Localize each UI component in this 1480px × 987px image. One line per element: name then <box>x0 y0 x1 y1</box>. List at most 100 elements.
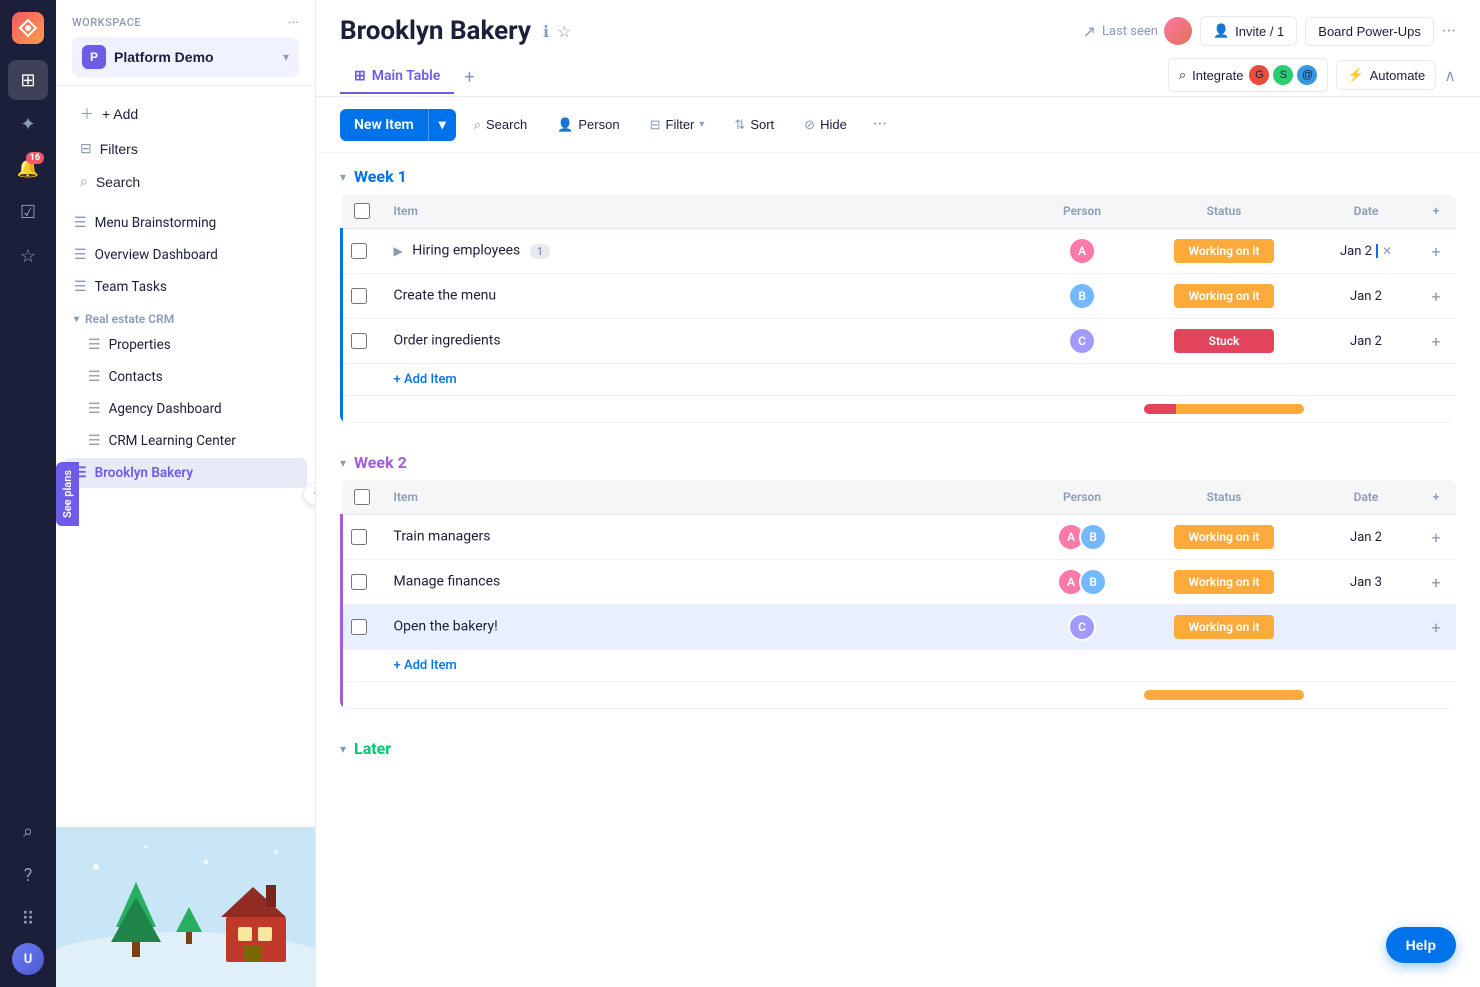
power-ups-label: Board Power-Ups <box>1318 24 1421 39</box>
add-item-checkbox <box>342 364 382 396</box>
week1-select-all[interactable] <box>354 203 370 219</box>
item-cell[interactable]: Open the bakery! + <box>382 605 1033 650</box>
week2-select-all[interactable] <box>354 489 370 505</box>
item-cell[interactable]: Order ingredients + <box>382 319 1033 364</box>
platform-demo-button[interactable]: P Platform Demo ▾ <box>72 37 299 77</box>
info-icon[interactable]: ℹ <box>543 22 549 41</box>
header-more-icon[interactable]: ··· <box>1442 21 1456 42</box>
status-cell[interactable]: Working on it <box>1132 515 1316 560</box>
tab-add-button[interactable]: + <box>454 59 484 96</box>
toolbar-more-icon[interactable]: ··· <box>865 107 895 142</box>
add-item-label[interactable]: + Add Item <box>382 650 1457 682</box>
avatar: A <box>1068 237 1096 265</box>
real-estate-crm-section[interactable]: ▾ Real estate CRM <box>64 304 307 330</box>
status-cell[interactable]: Working on it <box>1132 560 1316 605</box>
help-rail-icon[interactable]: ? <box>8 855 48 895</box>
sidebar-item-agency-dashboard[interactable]: ☰ Agency Dashboard <box>64 394 307 424</box>
new-item-button[interactable]: New Item ▾ <box>340 109 456 141</box>
sidebar-item-crm-learning[interactable]: ☰ CRM Learning Center <box>64 426 307 456</box>
search-toolbar-button[interactable]: ⌕ Search <box>462 110 539 140</box>
plus-cell[interactable]: + <box>1416 560 1456 605</box>
add-label: + Add <box>102 106 138 122</box>
sidebar-actions: ＋ + Add ⊟ Filters ⌕ Search <box>56 86 315 208</box>
apps-dots-icon[interactable]: ⠿ <box>8 899 48 939</box>
inbox-icon[interactable]: ☑ <box>8 192 48 232</box>
week2-collapse-icon[interactable]: ▾ <box>340 456 346 470</box>
apps-grid-icon[interactable]: ⊞ <box>8 60 48 100</box>
user-avatar-rail[interactable]: U <box>12 943 44 975</box>
date-cell[interactable]: Jan 2 ✕ <box>1316 229 1416 274</box>
row-checkbox[interactable] <box>351 619 367 635</box>
favorites-star-icon[interactable]: ☆ <box>8 236 48 276</box>
person-button[interactable]: 👤 Person <box>545 110 631 140</box>
add-item-row[interactable]: + Add Item <box>342 650 1457 682</box>
date-cell[interactable] <box>1316 605 1416 650</box>
date-cell[interactable]: Jan 3 <box>1316 560 1416 605</box>
status-cell[interactable]: Working on it <box>1132 605 1316 650</box>
row-checkbox[interactable] <box>351 333 367 349</box>
week1-plus-header[interactable]: + <box>1416 194 1456 229</box>
item-cell[interactable]: Create the menu + <box>382 274 1033 319</box>
tab-row: ⊞ Main Table + ⌕ Integrate G S @ ⚡ <box>340 58 1456 96</box>
search-button[interactable]: ⌕ Search <box>72 167 299 196</box>
search-label: Search <box>96 174 140 190</box>
date-cell[interactable]: Jan 2 <box>1316 515 1416 560</box>
plus-cell[interactable]: + <box>1416 229 1456 274</box>
item-cell[interactable]: Manage finances + <box>382 560 1033 605</box>
add-button[interactable]: ＋ + Add <box>72 98 299 130</box>
new-item-dropdown-icon[interactable]: ▾ <box>428 109 456 141</box>
status-badge: Working on it <box>1174 525 1274 549</box>
item-cell[interactable]: Train managers + <box>382 515 1033 560</box>
workspace-more-icon[interactable]: ··· <box>288 16 299 29</box>
star-icon[interactable]: ☆ <box>557 22 571 41</box>
sidebar-item-properties[interactable]: ☰ Properties <box>64 330 307 360</box>
help-button[interactable]: Help <box>1386 927 1456 963</box>
filters-button[interactable]: ⊟ Filters <box>72 134 299 163</box>
week1-collapse-icon[interactable]: ▾ <box>340 170 346 184</box>
row-checkbox[interactable] <box>351 288 367 304</box>
status-cell[interactable]: Working on it <box>1132 274 1316 319</box>
tab-main-table[interactable]: ⊞ Main Table <box>340 60 454 94</box>
avatar: C <box>1068 327 1096 355</box>
status-cell[interactable]: Stuck <box>1132 319 1316 364</box>
week2-plus-header[interactable]: + <box>1416 480 1456 515</box>
app-logo[interactable] <box>12 12 44 44</box>
sidebar-item-menu-brainstorming[interactable]: ☰ Menu Brainstorming <box>64 208 307 238</box>
sort-button[interactable]: ⇅ Sort <box>722 110 786 140</box>
see-plans-tab[interactable]: See plans <box>56 461 79 525</box>
plus-cell[interactable]: + <box>1416 515 1456 560</box>
date-cell[interactable]: Jan 2 <box>1316 274 1416 319</box>
search-rail-icon[interactable]: ⌕ <box>8 811 48 851</box>
expand-icon[interactable]: ▶ <box>394 244 403 258</box>
see-plans-container: See plans <box>56 461 79 525</box>
plugins-icon[interactable]: ✦ <box>8 104 48 144</box>
invite-button[interactable]: 👤 Invite / 1 <box>1200 16 1297 46</box>
row-checkbox[interactable] <box>351 243 367 259</box>
integrate-button[interactable]: ⌕ Integrate G S @ <box>1168 58 1329 92</box>
sidebar-item-contacts[interactable]: ☰ Contacts <box>64 362 307 392</box>
date-cell[interactable]: Jan 2 <box>1316 319 1416 364</box>
filter-button[interactable]: ⊟ Filter ▾ <box>638 110 717 140</box>
platform-demo-name: Platform Demo <box>114 49 275 65</box>
row-checkbox[interactable] <box>351 529 367 545</box>
later-collapse-icon[interactable]: ▾ <box>340 742 346 756</box>
sidebar-item-team-tasks[interactable]: ☰ Team Tasks <box>64 272 307 302</box>
collapse-header-icon[interactable]: ∧ <box>1444 66 1456 85</box>
add-item-row[interactable]: + Add Item <box>342 364 1457 396</box>
date-close-icon[interactable]: ✕ <box>1382 244 1392 258</box>
notification-bell-icon[interactable]: 🔔 16 <box>8 148 48 188</box>
board-power-ups-button[interactable]: Board Power-Ups <box>1305 17 1434 46</box>
new-item-label[interactable]: New Item <box>340 109 428 141</box>
sidebar-item-brooklyn-bakery[interactable]: ☰ Brooklyn Bakery <box>64 458 307 488</box>
plus-cell[interactable]: + <box>1416 319 1456 364</box>
plus-cell[interactable]: + <box>1416 274 1456 319</box>
search-sidebar-icon: ⌕ <box>80 173 88 190</box>
row-checkbox[interactable] <box>351 574 367 590</box>
status-cell[interactable]: Working on it <box>1132 229 1316 274</box>
automate-button[interactable]: ⚡ Automate <box>1336 60 1436 90</box>
sidebar-item-overview-dashboard[interactable]: ☰ Overview Dashboard <box>64 240 307 270</box>
plus-cell[interactable]: + <box>1416 605 1456 650</box>
item-cell[interactable]: ▶ Hiring employees 1 + <box>382 229 1033 274</box>
hide-button[interactable]: ⊘ Hide <box>792 110 859 140</box>
add-item-label[interactable]: + Add Item <box>382 364 1457 396</box>
